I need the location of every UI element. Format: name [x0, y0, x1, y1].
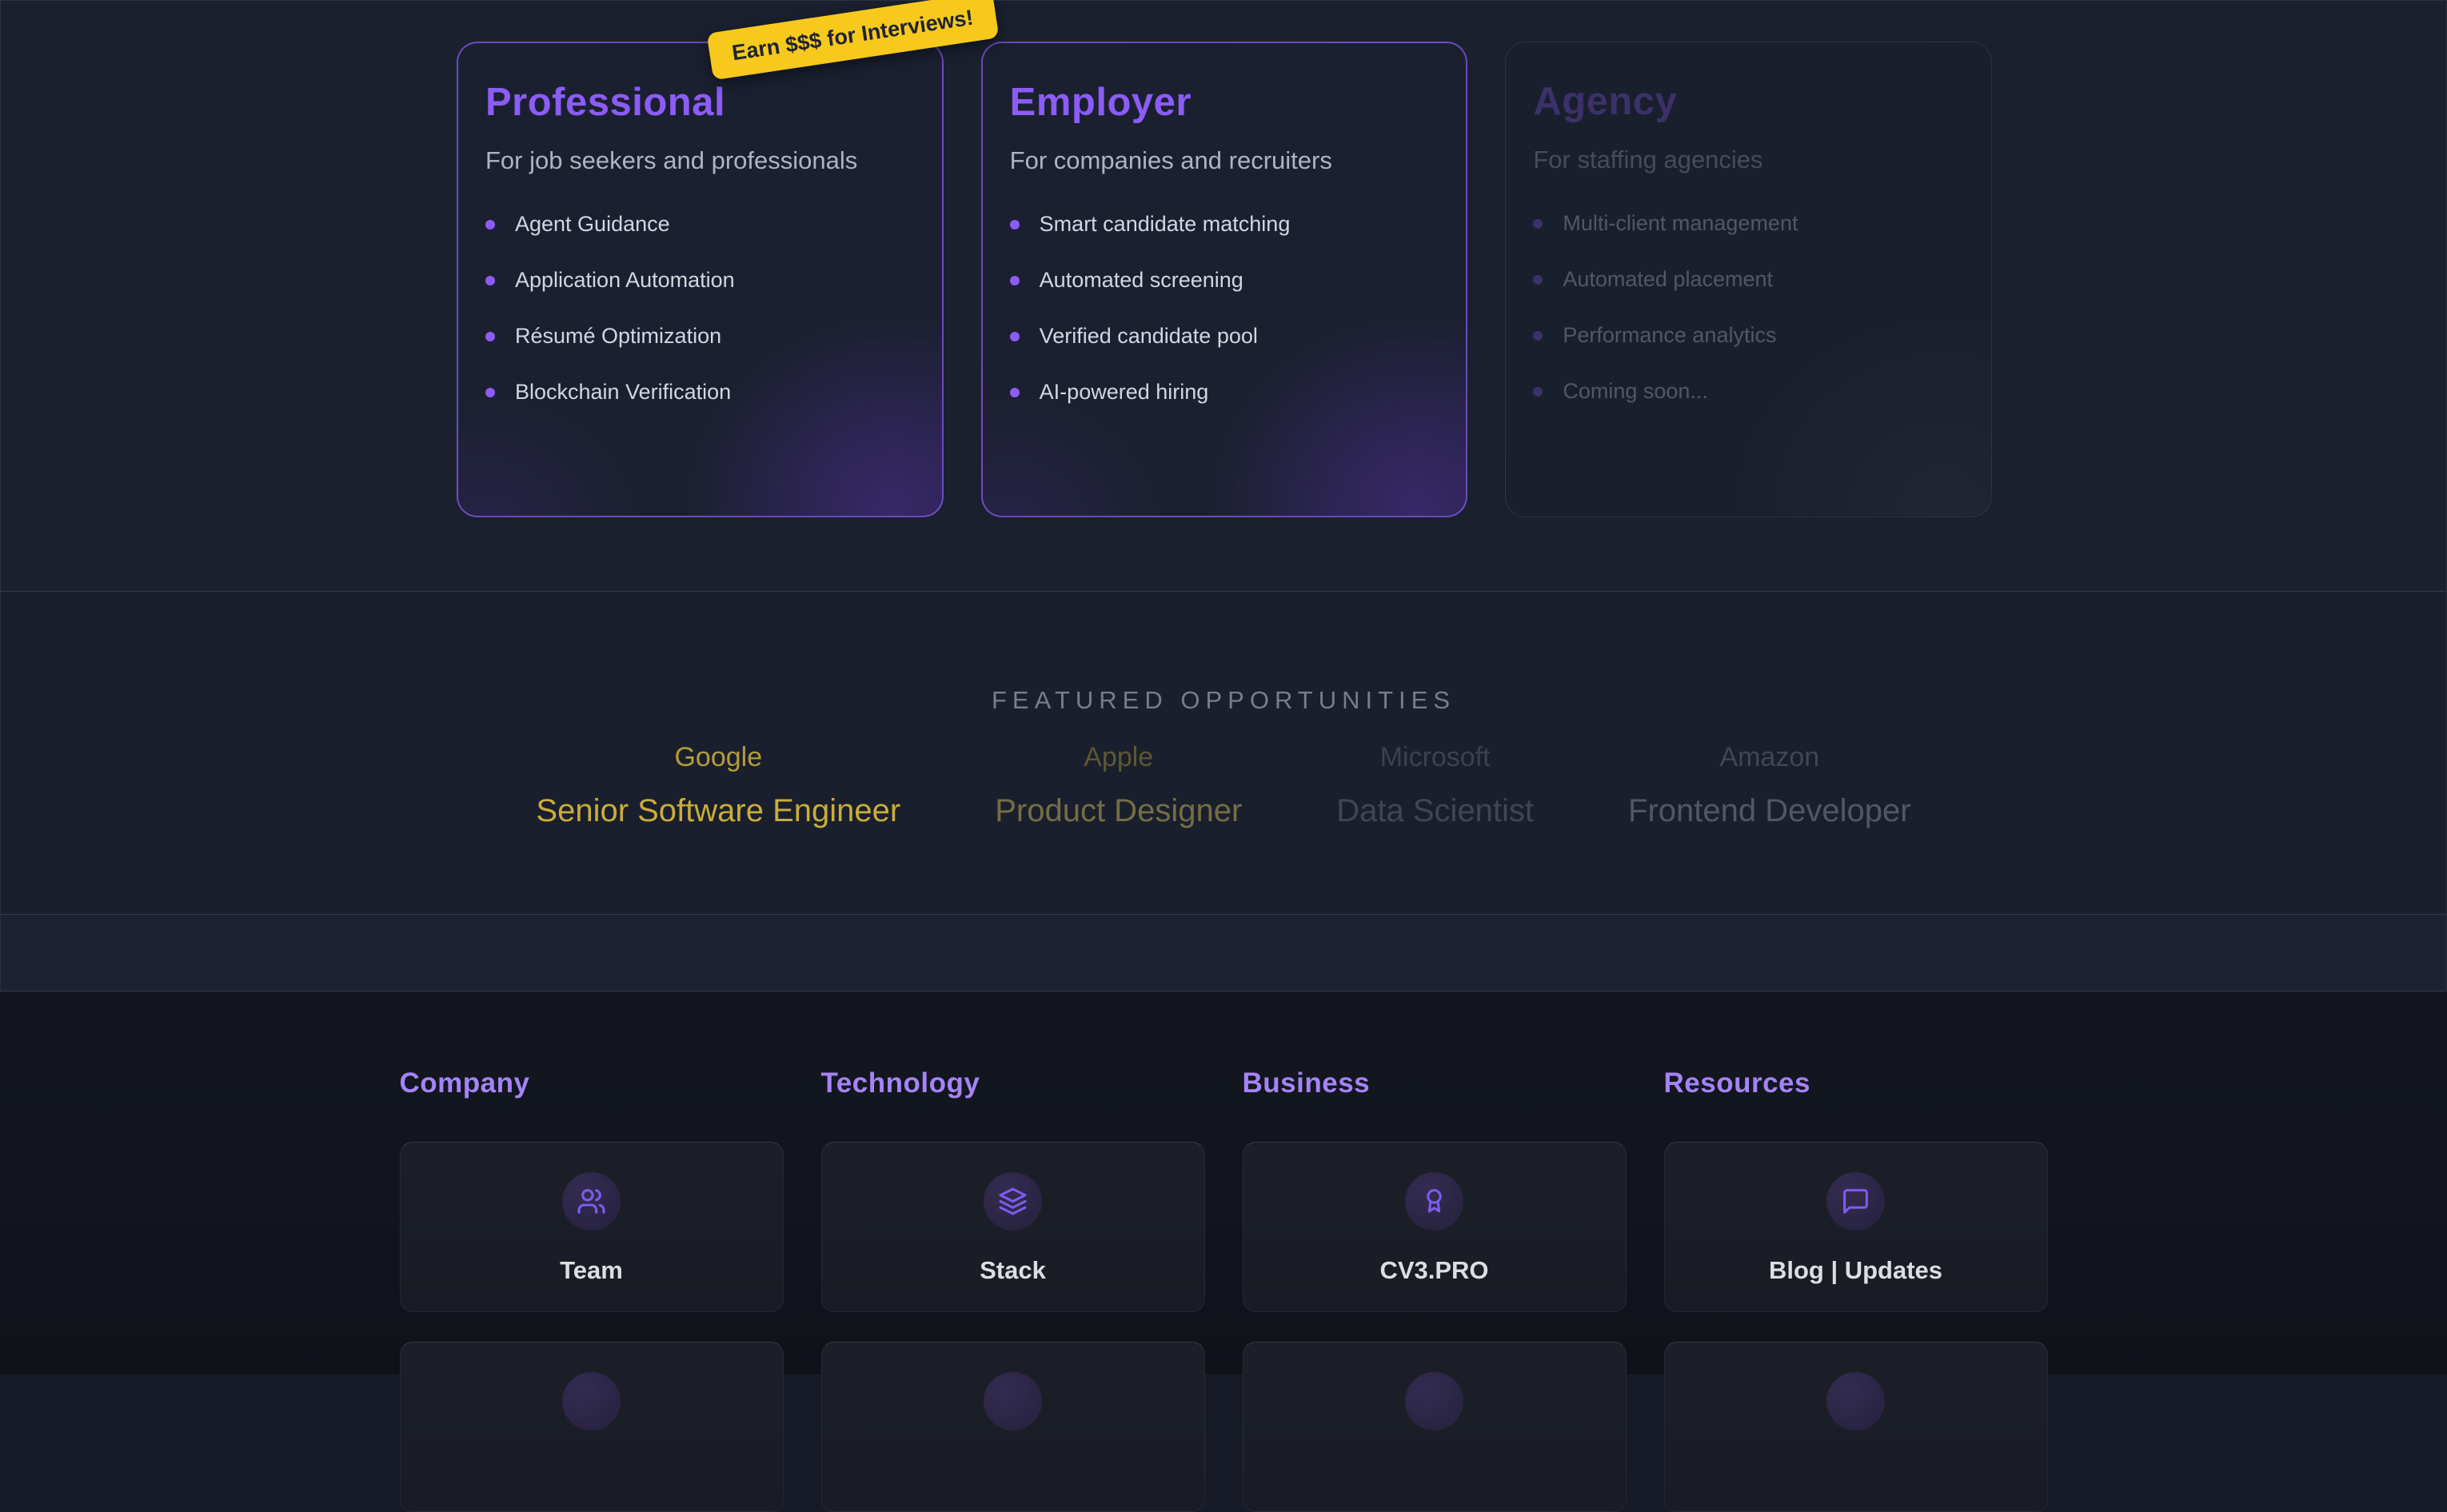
plan-subtitle: For companies and recruiters	[1010, 146, 1439, 175]
footer-grid: Company Team Technology Stack	[400, 1067, 2048, 1512]
job-role: Frontend Developer	[1628, 793, 1911, 829]
bullet-dot-icon	[485, 220, 495, 229]
bullet-dot-icon	[1010, 220, 1020, 229]
bullet-dot-icon	[1010, 276, 1020, 285]
footer-column-heading: Technology	[821, 1067, 1205, 1099]
bullet-dot-icon	[1533, 275, 1543, 285]
featured-opportunities-section: FEATURED OPPORTUNITIES Google Senior Sof…	[0, 592, 2447, 915]
plan-title: Employer	[1010, 80, 1439, 125]
award-icon	[1405, 1172, 1463, 1231]
plan-feature-label: Performance analytics	[1563, 323, 1776, 348]
footer-card-team[interactable]: Team	[400, 1142, 784, 1312]
job-role: Product Designer	[995, 793, 1242, 829]
plan-feature-list: Agent Guidance Application Automation Ré…	[485, 212, 915, 405]
plan-feature-label: Coming soon...	[1563, 379, 1708, 404]
plan-feature: Résumé Optimization	[485, 324, 915, 349]
plan-feature-label: Multi-client management	[1563, 211, 1798, 236]
footer-column-heading: Resources	[1664, 1067, 2048, 1099]
plan-subtitle: For staffing agencies	[1533, 146, 1964, 174]
plan-feature: Agent Guidance	[485, 212, 915, 237]
plan-feature: Coming soon...	[1533, 379, 1964, 404]
footer-card-stack[interactable]: Stack	[821, 1142, 1205, 1312]
job-company: Apple	[995, 742, 1242, 773]
plan-title: Agency	[1533, 79, 1964, 124]
users-icon	[562, 1172, 621, 1231]
plan-feature-label: Automated placement	[1563, 267, 1773, 292]
plan-feature: Automated placement	[1533, 267, 1964, 292]
pricing-section: Earn $$$ for Interviews! Professional Fo…	[0, 0, 2447, 592]
bullet-dot-icon	[485, 332, 495, 341]
footer: Company Team Technology Stack	[0, 991, 2447, 1374]
icon-circle	[1405, 1372, 1463, 1430]
plan-feature: Smart candidate matching	[1010, 212, 1439, 237]
plan-feature-list: Smart candidate matching Automated scree…	[1010, 212, 1439, 405]
plan-cards-row: Professional For job seekers and profess…	[457, 42, 1992, 517]
chat-bubble-icon	[1826, 1172, 1885, 1231]
plan-feature: Blockchain Verification	[485, 380, 915, 405]
plan-card-employer[interactable]: Employer For companies and recruiters Sm…	[981, 42, 1468, 517]
plan-feature: AI-powered hiring	[1010, 380, 1439, 405]
icon-circle	[1826, 1372, 1885, 1430]
icon-circle	[984, 1372, 1042, 1430]
plan-feature-label: AI-powered hiring	[1040, 380, 1209, 405]
footer-card-label: Blog | Updates	[1769, 1256, 1942, 1285]
plan-card-professional[interactable]: Professional For job seekers and profess…	[457, 42, 944, 517]
footer-card-label: CV3.PRO	[1379, 1256, 1488, 1285]
layers-icon	[984, 1172, 1042, 1231]
footer-card-partial[interactable]	[400, 1342, 784, 1512]
footer-card-blog[interactable]: Blog | Updates	[1664, 1142, 2048, 1312]
featured-jobs-row: Google Senior Software Engineer Apple Pr…	[1, 742, 2446, 829]
footer-card-partial[interactable]	[1243, 1342, 1627, 1512]
footer-column-business: Business CV3.PRO	[1243, 1067, 1627, 1512]
plan-feature-label: Automated screening	[1040, 268, 1243, 293]
footer-column-heading: Business	[1243, 1067, 1627, 1099]
bullet-dot-icon	[1010, 332, 1020, 341]
job-item-google[interactable]: Google Senior Software Engineer	[536, 742, 900, 829]
plan-feature-label: Agent Guidance	[515, 212, 670, 237]
bullet-dot-icon	[485, 276, 495, 285]
footer-card-partial[interactable]	[821, 1342, 1205, 1512]
footer-column-heading: Company	[400, 1067, 784, 1099]
footer-column-resources: Resources Blog | Updates	[1664, 1067, 2048, 1512]
plan-feature: Performance analytics	[1533, 323, 1964, 348]
plan-card-agency: Agency For staffing agencies Multi-clien…	[1505, 42, 1992, 517]
bullet-dot-icon	[1533, 387, 1543, 397]
job-company: Microsoft	[1336, 742, 1534, 773]
job-item-amazon[interactable]: Amazon Frontend Developer	[1628, 742, 1911, 829]
footer-column-technology: Technology Stack	[821, 1067, 1205, 1512]
bullet-dot-icon	[1010, 388, 1020, 397]
plan-feature: Verified candidate pool	[1010, 324, 1439, 349]
plan-feature-label: Résumé Optimization	[515, 324, 721, 349]
plan-subtitle: For job seekers and professionals	[485, 146, 915, 175]
footer-card-cv3pro[interactable]: CV3.PRO	[1243, 1142, 1627, 1312]
plan-feature: Multi-client management	[1533, 211, 1964, 236]
featured-heading: FEATURED OPPORTUNITIES	[1, 592, 2446, 715]
job-item-apple[interactable]: Apple Product Designer	[995, 742, 1242, 829]
bullet-dot-icon	[485, 388, 495, 397]
icon-circle	[562, 1372, 621, 1430]
bullet-dot-icon	[1533, 331, 1543, 341]
plan-feature-list: Multi-client management Automated placem…	[1533, 211, 1964, 404]
job-role: Data Scientist	[1336, 793, 1534, 829]
footer-card-label: Team	[560, 1256, 623, 1285]
plan-feature-label: Blockchain Verification	[515, 380, 731, 405]
footer-card-partial[interactable]	[1664, 1342, 2048, 1512]
plan-feature: Automated screening	[1010, 268, 1439, 293]
plan-feature-label: Smart candidate matching	[1040, 212, 1291, 237]
job-item-microsoft[interactable]: Microsoft Data Scientist	[1336, 742, 1534, 829]
plan-title: Professional	[485, 80, 915, 125]
plan-feature: Application Automation	[485, 268, 915, 293]
plan-feature-label: Application Automation	[515, 268, 735, 293]
plan-feature-label: Verified candidate pool	[1040, 324, 1258, 349]
job-company: Google	[536, 742, 900, 773]
footer-column-company: Company Team	[400, 1067, 784, 1512]
footer-card-label: Stack	[980, 1256, 1046, 1285]
divider-band	[0, 915, 2447, 991]
bullet-dot-icon	[1533, 219, 1543, 229]
job-role: Senior Software Engineer	[536, 793, 900, 829]
job-company: Amazon	[1628, 742, 1911, 773]
